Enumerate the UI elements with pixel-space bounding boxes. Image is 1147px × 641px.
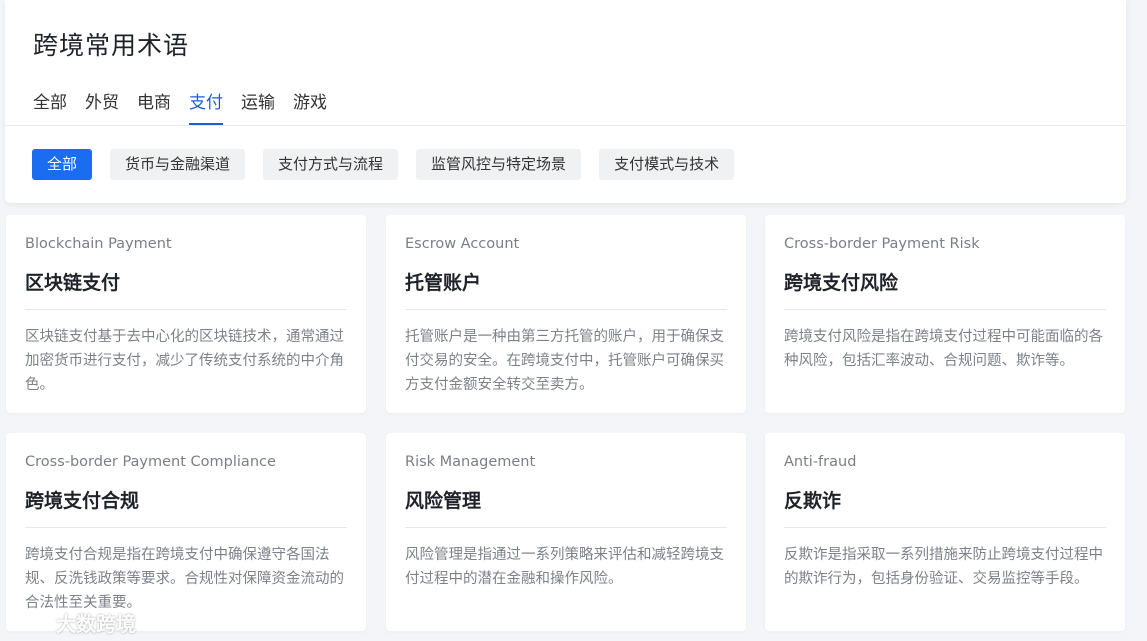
term-card[interactable]: Blockchain Payment 区块链支付 区块链支付基于去中心化的区块链… xyxy=(6,215,366,413)
tab-payment[interactable]: 支付 xyxy=(189,88,223,125)
header-panel: 跨境常用术语 全部 外贸 电商 支付 运输 游戏 全部 货币与金融渠道 支付方式… xyxy=(5,0,1126,203)
card-divider xyxy=(25,309,347,310)
tab-foreign-trade[interactable]: 外贸 xyxy=(85,88,119,125)
term-description: 跨境支付合规是指在跨境支付中确保遵守各国法规、反洗钱政策等要求。合规性对保障资金… xyxy=(25,547,344,611)
card-divider xyxy=(25,527,347,528)
header-divider xyxy=(5,125,1126,126)
term-english: Cross-border Payment Compliance xyxy=(25,454,276,470)
term-chinese: 跨境支付合规 xyxy=(25,490,140,512)
watermark: 大数跨境 xyxy=(10,606,136,639)
term-card[interactable]: Escrow Account 托管账户 托管账户是一种由第三方托管的账户，用于确… xyxy=(386,215,746,413)
term-english: Risk Management xyxy=(405,454,536,470)
tab-all[interactable]: 全部 xyxy=(33,88,67,125)
term-description: 托管账户是一种由第三方托管的账户，用于确保支付交易的安全。在跨境支付中，托管账户… xyxy=(405,329,724,393)
term-description: 反欺诈是指采取一系列措施来防止跨境支付过程中的欺诈行为，包括身份验证、交易监控等… xyxy=(784,547,1103,587)
card-divider xyxy=(784,309,1106,310)
page-title: 跨境常用术语 xyxy=(33,31,190,60)
subtab-currency-channels[interactable]: 货币与金融渠道 xyxy=(110,149,246,180)
term-chinese: 区块链支付 xyxy=(25,272,121,294)
watermark-logo-icon xyxy=(10,606,50,639)
term-chinese: 反欺诈 xyxy=(784,490,842,512)
term-description: 跨境支付风险是指在跨境支付过程中可能面临的各种风险，包括汇率波动、合规问题、欺诈… xyxy=(784,329,1103,369)
term-description: 区块链支付基于去中心化的区块链技术，通常通过加密货币进行支付，减少了传统支付系统… xyxy=(25,329,344,393)
term-card[interactable]: Risk Management 风险管理 风险管理是指通过一系列策略来评估和减轻… xyxy=(386,433,746,631)
tab-shipping[interactable]: 运输 xyxy=(241,88,275,125)
card-divider xyxy=(784,527,1106,528)
term-english: Anti-fraud xyxy=(784,454,857,470)
watermark-text: 大数跨境 xyxy=(56,612,136,636)
term-english: Cross-border Payment Risk xyxy=(784,236,980,252)
term-card[interactable]: Cross-border Payment Compliance 跨境支付合规 跨… xyxy=(6,433,366,631)
tab-gaming[interactable]: 游戏 xyxy=(293,88,327,125)
main-tabs: 全部 外贸 电商 支付 运输 游戏 xyxy=(33,88,327,125)
subtab-regulation-risk[interactable]: 监管风控与特定场景 xyxy=(416,149,582,180)
subtab-all[interactable]: 全部 xyxy=(32,149,93,180)
card-divider xyxy=(405,527,727,528)
term-english: Blockchain Payment xyxy=(25,236,172,252)
term-chinese: 跨境支付风险 xyxy=(784,272,899,294)
term-chinese: 风险管理 xyxy=(405,490,482,512)
term-card[interactable]: Anti-fraud 反欺诈 反欺诈是指采取一系列措施来防止跨境支付过程中的欺诈… xyxy=(765,433,1125,631)
term-description: 风险管理是指通过一系列策略来评估和减轻跨境支付过程中的潜在金融和操作风险。 xyxy=(405,547,724,587)
card-divider xyxy=(405,309,727,310)
term-english: Escrow Account xyxy=(405,236,520,252)
term-card[interactable]: Cross-border Payment Risk 跨境支付风险 跨境支付风险是… xyxy=(765,215,1125,413)
sub-tabs: 全部 货币与金融渠道 支付方式与流程 监管风控与特定场景 支付模式与技术 xyxy=(32,149,735,180)
term-chinese: 托管账户 xyxy=(405,272,482,294)
subtab-models-tech[interactable]: 支付模式与技术 xyxy=(599,149,735,180)
subtab-methods-process[interactable]: 支付方式与流程 xyxy=(263,149,399,180)
tab-ecommerce[interactable]: 电商 xyxy=(137,88,171,125)
